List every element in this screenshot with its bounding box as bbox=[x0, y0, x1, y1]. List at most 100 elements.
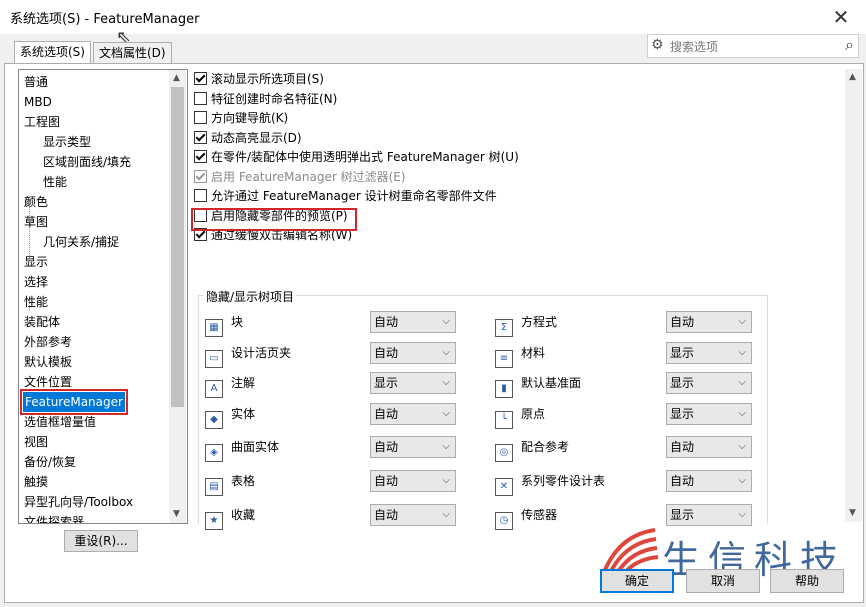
tree-item[interactable]: 选值框增量值 bbox=[24, 412, 96, 432]
tree-item[interactable]: 工程图 bbox=[24, 112, 60, 132]
chevron-down-icon[interactable]: ⌵ bbox=[735, 437, 746, 457]
dropdown-value: 显示 bbox=[670, 376, 695, 390]
options-scrollbar[interactable]: ▲ ▼ bbox=[845, 69, 862, 522]
scroll-down-icon[interactable]: ▼ bbox=[173, 509, 180, 519]
tree-item[interactable]: 异型孔向导/Toolbox bbox=[24, 492, 133, 512]
visibility-dropdown[interactable]: 显示 ⌵ bbox=[666, 372, 752, 394]
checkbox[interactable] bbox=[194, 91, 207, 105]
checkbox[interactable] bbox=[194, 72, 207, 85]
tree-item[interactable]: 外部参考 bbox=[24, 332, 72, 352]
option-checkbox-row[interactable]: 特征创建时命名特征(N) bbox=[194, 89, 337, 109]
option-checkbox-row[interactable]: 动态高亮显示(D) bbox=[194, 128, 302, 148]
visibility-dropdown[interactable]: 显示 ⌵ bbox=[666, 403, 752, 425]
chevron-down-icon[interactable]: ⌵ bbox=[439, 343, 450, 363]
tree-item[interactable]: FeatureManager bbox=[20, 389, 128, 415]
option-checkbox-row[interactable]: 允许通过 FeatureManager 设计树重命名零部件文件 bbox=[194, 186, 497, 206]
option-label: 特征创建时命名特征(N) bbox=[211, 91, 338, 106]
scroll-down-icon[interactable]: ▼ bbox=[849, 508, 856, 518]
tree-item[interactable]: 颜色 bbox=[24, 192, 48, 212]
tree-item-label: 收藏 bbox=[231, 508, 256, 522]
search-input[interactable]: 搜索选项 bbox=[670, 38, 718, 55]
category-tree: 普通 MBD 工程图 显示类型 区域剖面线/填充 性能 颜色 草图 几何关系/捕捉 显示 选择 性能装… bbox=[18, 69, 188, 524]
chevron-down-icon[interactable]: ⌵ bbox=[735, 343, 746, 363]
tree-item[interactable]: 文件位置 bbox=[24, 372, 72, 392]
tree-item[interactable]: 选择 bbox=[24, 272, 48, 292]
visibility-dropdown[interactable]: 自动 ⌵ bbox=[370, 504, 456, 526]
visibility-dropdown[interactable]: 自动 ⌵ bbox=[370, 311, 456, 333]
tree-item[interactable]: 普通 bbox=[24, 72, 48, 92]
ok-button[interactable]: 确定 bbox=[600, 569, 674, 593]
tab-system-options[interactable]: 系统选项(S) bbox=[14, 41, 91, 65]
tree-item-row: ◎ 配合参考 bbox=[495, 437, 569, 462]
scroll-up-icon[interactable]: ▲ bbox=[849, 72, 856, 82]
visibility-dropdown[interactable]: 自动 ⌵ bbox=[370, 436, 456, 458]
tree-item-label: 系列零件设计表 bbox=[521, 474, 606, 488]
chevron-down-icon[interactable]: ⌵ bbox=[439, 312, 450, 332]
chevron-down-icon[interactable]: ⌵ bbox=[735, 312, 746, 332]
checkbox[interactable] bbox=[194, 189, 207, 202]
visibility-dropdown[interactable]: 显示 ⌵ bbox=[666, 504, 752, 526]
chevron-down-icon[interactable]: ⌵ bbox=[735, 373, 746, 393]
visibility-dropdown[interactable]: 显示 ⌵ bbox=[666, 342, 752, 364]
tree-scrollbar[interactable]: ▲ ▼ bbox=[169, 70, 186, 523]
tab-document-properties[interactable]: 文档属性(D) bbox=[93, 42, 172, 64]
search-box[interactable]: ⚙ 搜索选项 ⌕ bbox=[647, 34, 859, 58]
chevron-down-icon[interactable]: ⌵ bbox=[439, 505, 450, 525]
tree-item-label: 实体 bbox=[231, 407, 256, 421]
chevron-down-icon[interactable]: ⌵ bbox=[439, 437, 450, 457]
tree-item[interactable]: 区域剖面线/填充 bbox=[43, 152, 131, 172]
tree-item[interactable]: 性能 bbox=[24, 292, 48, 312]
chevron-down-icon[interactable]: ⌵ bbox=[439, 471, 450, 491]
visibility-dropdown[interactable]: 自动 ⌵ bbox=[666, 311, 752, 333]
checkbox[interactable] bbox=[194, 130, 207, 144]
chevron-down-icon[interactable]: ⌵ bbox=[439, 373, 450, 393]
option-checkbox-row[interactable]: 方向键导航(K) bbox=[194, 108, 288, 128]
scrollbar-thumb[interactable] bbox=[171, 87, 184, 407]
option-checkbox-row[interactable]: 在零件/装配体中使用透明弹出式 FeatureManager 树(U) bbox=[194, 147, 519, 167]
tree-item[interactable]: 显示 bbox=[24, 252, 48, 272]
visibility-dropdown[interactable]: 自动 ⌵ bbox=[370, 403, 456, 425]
chevron-down-icon[interactable]: ⌵ bbox=[735, 505, 746, 525]
close-icon[interactable]: ✕ bbox=[826, 4, 856, 30]
tree-item-row: ★ 收藏 bbox=[205, 505, 256, 530]
checkbox[interactable] bbox=[194, 111, 207, 124]
chevron-down-icon[interactable]: ⌵ bbox=[439, 404, 450, 424]
option-checkbox-row[interactable]: 滚动显示所选项目(S) bbox=[194, 69, 324, 89]
option-checkbox-row[interactable]: 启用 FeatureManager 树过滤器(E) bbox=[194, 167, 406, 187]
option-label: 启用 FeatureManager 树过滤器(E) bbox=[211, 169, 406, 184]
visibility-dropdown[interactable]: 自动 ⌵ bbox=[666, 470, 752, 492]
visibility-dropdown[interactable]: 自动 ⌵ bbox=[370, 470, 456, 492]
table-icon: ▤ bbox=[205, 478, 223, 496]
group-title: 隐藏/显示树项目 bbox=[204, 288, 297, 305]
tree-item[interactable]: 文件探索器 bbox=[24, 512, 84, 523]
tree-item-row: ▦ 块 bbox=[205, 312, 243, 337]
tree-item[interactable]: MBD bbox=[24, 92, 52, 112]
tree-item[interactable]: 性能 bbox=[43, 172, 67, 192]
chevron-down-icon[interactable]: ⌵ bbox=[735, 404, 746, 424]
scroll-up-icon[interactable]: ▲ bbox=[173, 73, 180, 83]
checkbox[interactable] bbox=[194, 169, 207, 183]
tree-item[interactable]: 草图 bbox=[24, 212, 48, 232]
tree-item[interactable]: 显示类型 bbox=[43, 132, 91, 152]
tree-item[interactable]: 视图 bbox=[24, 432, 48, 452]
visibility-dropdown[interactable]: 自动 ⌵ bbox=[370, 342, 456, 364]
gear-icon[interactable]: ⚙ bbox=[651, 37, 664, 53]
tree-item[interactable]: 几何关系/捕捉 bbox=[43, 232, 119, 252]
tree-item-row: Σ 方程式 bbox=[495, 312, 557, 337]
tree-item[interactable]: 默认模板 bbox=[24, 352, 72, 372]
visibility-dropdown[interactable]: 显示 ⌵ bbox=[370, 372, 456, 394]
checkbox[interactable] bbox=[194, 150, 207, 163]
visibility-dropdown[interactable]: 自动 ⌵ bbox=[666, 436, 752, 458]
tree-item[interactable]: 备份/恢复 bbox=[24, 452, 76, 472]
tree-item[interactable]: 装配体 bbox=[24, 312, 60, 332]
tree-item[interactable]: 触摸 bbox=[24, 472, 48, 492]
origin-icon: └ bbox=[495, 411, 513, 429]
tree-item-label: 设计活页夹 bbox=[231, 346, 292, 360]
cancel-button[interactable]: 取消 bbox=[686, 569, 760, 593]
help-button[interactable]: 帮助 bbox=[770, 569, 844, 593]
dropdown-value: 显示 bbox=[670, 407, 695, 421]
search-icon[interactable]: ⌕ bbox=[845, 35, 854, 55]
option-label: 方向键导航(K) bbox=[211, 111, 289, 125]
chevron-down-icon[interactable]: ⌵ bbox=[735, 471, 746, 491]
reset-button[interactable]: 重设(R)... bbox=[64, 530, 138, 552]
